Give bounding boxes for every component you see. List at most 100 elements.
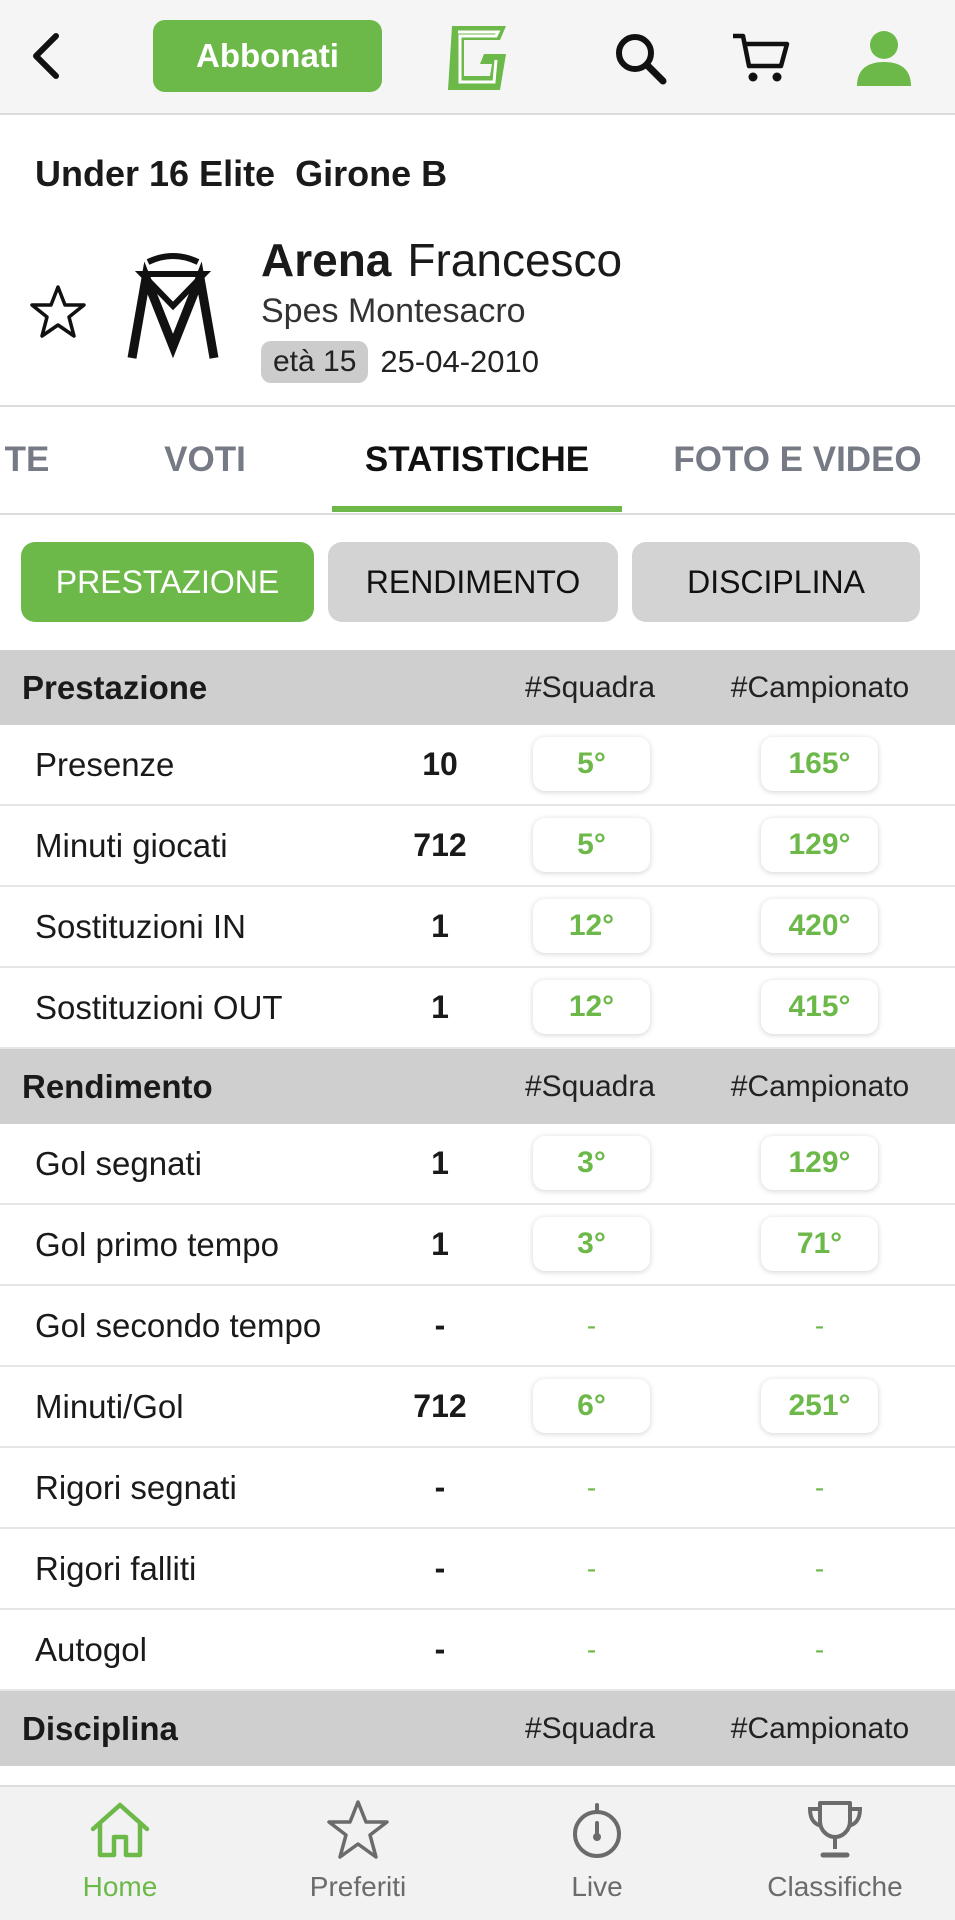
bottom-navigation: Home Preferiti Live Classifiche: [0, 1785, 955, 1920]
stat-label: Gol primo tempo: [35, 1225, 279, 1263]
team-rank-badge[interactable]: 3°: [533, 1217, 650, 1271]
league-rank-empty: -: [814, 1309, 825, 1341]
nav-classifiche[interactable]: Classifiche: [735, 1797, 935, 1917]
nav-live[interactable]: Live: [497, 1797, 697, 1917]
column-header-squadra: #Squadra: [524, 1069, 656, 1103]
column-header-squadra: #Squadra: [524, 1711, 656, 1745]
player-team[interactable]: Spes Montesacro: [261, 292, 526, 331]
user-icon: [857, 31, 911, 86]
star-icon: [327, 1800, 389, 1859]
nav-preferiti[interactable]: Preferiti: [258, 1797, 458, 1917]
league-rank-badge[interactable]: 129°: [761, 1136, 878, 1190]
stat-value: -: [434, 1631, 446, 1667]
stat-label: Gol segnati: [35, 1144, 202, 1182]
favorite-button[interactable]: [28, 282, 88, 342]
stat-label: Autogol: [35, 1630, 147, 1668]
section-header-disciplina: Disciplina #Squadra #Campionato: [0, 1691, 955, 1766]
stat-label: Rigori falliti: [35, 1549, 197, 1587]
stat-value: -: [434, 1307, 446, 1343]
league-rank-empty: -: [814, 1552, 825, 1584]
table-row: Gol primo tempo 1 3° 71°: [0, 1205, 955, 1286]
stat-value: 1: [431, 989, 449, 1025]
app-logo[interactable]: [440, 18, 512, 96]
subscribe-button[interactable]: Abbonati: [153, 20, 382, 92]
team-rank-badge[interactable]: 12°: [533, 899, 650, 953]
column-header-squadra: #Squadra: [524, 670, 656, 704]
cart-icon: [733, 33, 790, 82]
stat-value: -: [434, 1469, 446, 1505]
stat-label: Minuti giocati: [35, 826, 228, 864]
top-bar: Abbonati: [0, 0, 955, 115]
team-rank-empty: -: [586, 1633, 597, 1665]
league-rank-badge[interactable]: 251°: [761, 1379, 878, 1433]
section-title: Rendimento: [22, 1067, 213, 1105]
nav-label: Home: [82, 1871, 158, 1902]
age-row: età 15 25-04-2010: [261, 341, 539, 383]
table-row: Sostituzioni IN 1 12° 420°: [0, 887, 955, 968]
stat-value: -: [434, 1550, 446, 1586]
column-header-campionato: #Campionato: [730, 1711, 910, 1745]
filter-disciplina[interactable]: DISCIPLINA: [632, 542, 920, 622]
filter-rendimento[interactable]: RENDIMENTO: [328, 542, 618, 622]
league-title: Under 16 Elite Girone B: [35, 153, 448, 194]
table-row: Rigori falliti - - -: [0, 1529, 955, 1610]
stat-label: Gol secondo tempo: [35, 1306, 322, 1344]
filter-prestazione[interactable]: PRESTAZIONE: [21, 542, 314, 622]
section-title: Disciplina: [22, 1709, 178, 1747]
table-row: Gol segnati 1 3° 129°: [0, 1124, 955, 1205]
active-tab-indicator: [332, 506, 622, 512]
league-rank-badge[interactable]: 415°: [761, 980, 878, 1034]
stat-value: 1: [431, 908, 449, 944]
stat-value: 712: [413, 827, 467, 863]
tab-voti[interactable]: VOTI: [110, 407, 300, 513]
table-row: Sostituzioni OUT 1 12° 415°: [0, 968, 955, 1049]
club-crest-icon: [127, 253, 219, 359]
team-rank-badge[interactable]: 5°: [533, 737, 650, 791]
team-rank-badge[interactable]: 6°: [533, 1379, 650, 1433]
section-header-rendimento: Rendimento #Squadra #Campionato: [0, 1049, 955, 1124]
league-rank-badge[interactable]: 71°: [761, 1217, 878, 1271]
nav-home[interactable]: Home: [20, 1797, 220, 1917]
stopwatch-icon: [573, 1803, 621, 1858]
stat-label: Presenze: [35, 745, 175, 783]
league-rank-empty: -: [814, 1633, 825, 1665]
section-title: Prestazione: [22, 668, 208, 706]
league-rank-badge[interactable]: 420°: [761, 899, 878, 953]
player-first-name: Francesco: [407, 234, 623, 286]
tab-partial[interactable]: TE: [0, 407, 62, 513]
tab-statistiche[interactable]: STATISTICHE: [332, 407, 622, 513]
star-outline-icon: [30, 285, 86, 338]
logo-g-icon: [448, 26, 506, 90]
team-rank-empty: -: [586, 1309, 597, 1341]
tab-bar: TE VOTI STATISTICHE FOTO E VIDEO: [0, 405, 955, 515]
table-row: Minuti/Gol 712 6° 251°: [0, 1367, 955, 1448]
team-rank-empty: -: [586, 1552, 597, 1584]
search-button[interactable]: [604, 22, 676, 94]
stat-value: 1: [431, 1226, 449, 1262]
cart-button[interactable]: [725, 22, 797, 94]
date-of-birth: 25-04-2010: [380, 344, 539, 379]
league-rank-badge[interactable]: 129°: [761, 818, 878, 872]
search-icon: [616, 34, 667, 85]
stat-label: Minuti/Gol: [35, 1387, 184, 1425]
league-rank-empty: -: [814, 1471, 825, 1503]
nav-label: Live: [571, 1871, 623, 1902]
club-logo: [118, 248, 228, 368]
section-header-prestazione: Prestazione #Squadra #Campionato: [0, 650, 955, 725]
stat-value: 1: [431, 1145, 449, 1181]
tab-foto-e-video[interactable]: FOTO E VIDEO: [650, 407, 945, 513]
back-button[interactable]: [14, 24, 78, 88]
table-row: Minuti giocati 712 5° 129°: [0, 806, 955, 887]
team-rank-badge[interactable]: 3°: [533, 1136, 650, 1190]
home-icon: [90, 1802, 150, 1858]
column-header-campionato: #Campionato: [730, 670, 910, 704]
league-rank-badge[interactable]: 165°: [761, 737, 878, 791]
column-header-campionato: #Campionato: [730, 1069, 910, 1103]
chevron-left-icon: [33, 33, 59, 79]
table-row: Autogol - - -: [0, 1610, 955, 1691]
profile-button[interactable]: [848, 22, 920, 94]
stat-label: Sostituzioni OUT: [35, 988, 283, 1026]
team-rank-badge[interactable]: 12°: [533, 980, 650, 1034]
team-rank-badge[interactable]: 5°: [533, 818, 650, 872]
stat-label: Sostituzioni IN: [35, 907, 246, 945]
